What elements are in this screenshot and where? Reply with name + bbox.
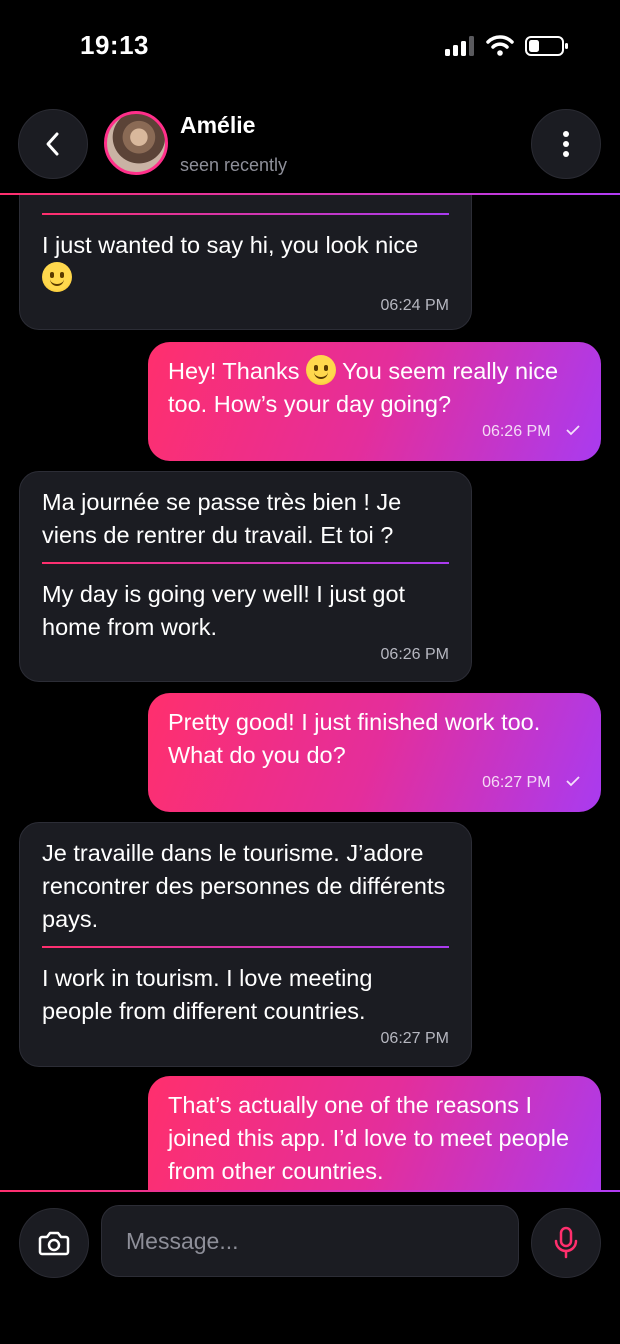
read-check-icon xyxy=(566,776,580,787)
message-time: 06:26 PM xyxy=(482,423,551,440)
translation-divider xyxy=(42,946,449,948)
smiling-face-emoji-icon xyxy=(306,355,337,385)
chat-header xyxy=(0,100,620,194)
contact-status: seen recently xyxy=(180,155,288,175)
camera-icon xyxy=(38,1231,70,1256)
camera-button[interactable] xyxy=(19,1208,89,1278)
translation-text: My day is going very well! I just got ho… xyxy=(42,581,406,640)
message-text: That’s actually one of the reasons I joi… xyxy=(168,1092,570,1184)
status-time: 19:13 xyxy=(80,30,149,60)
avatar[interactable] xyxy=(104,111,168,175)
battery-icon xyxy=(525,36,568,56)
voice-message-button[interactable] xyxy=(531,1208,601,1278)
message-outgoing[interactable]: Hey! Thanks You seem really nice too. Ho… xyxy=(148,342,601,461)
original-text: Je travaille dans le tourisme. J’adore r… xyxy=(42,840,446,932)
cellular-signal-icon xyxy=(445,36,474,56)
wifi-icon xyxy=(486,35,514,56)
message-incoming[interactable]: I just wanted to say hi, you look nice 0… xyxy=(19,195,472,330)
back-button[interactable] xyxy=(18,109,88,179)
message-text: Pretty good! I just finished work too. W… xyxy=(168,709,541,768)
original-text xyxy=(42,195,449,203)
translation-text: I just wanted to say hi, you look nice xyxy=(42,229,449,295)
message-outgoing[interactable]: Pretty good! I just finished work too. W… xyxy=(148,693,601,812)
message-meta: 06:26 PM xyxy=(168,421,581,443)
translation-text: I work in tourism. I love meeting people… xyxy=(42,965,373,1024)
message-outgoing[interactable]: That’s actually one of the reasons I joi… xyxy=(148,1076,601,1190)
more-options-button[interactable] xyxy=(531,109,601,179)
message-incoming[interactable]: Je travaille dans le tourisme. J’adore r… xyxy=(19,822,472,1067)
message-list[interactable]: I just wanted to say hi, you look nice 0… xyxy=(0,195,620,1190)
translation-divider xyxy=(42,562,449,564)
translation-divider xyxy=(42,213,449,215)
message-time: 06:26 PM xyxy=(380,646,449,663)
message-time: 06:27 PM xyxy=(482,774,551,791)
composer-divider xyxy=(0,1190,620,1192)
more-vertical-icon xyxy=(563,131,569,157)
message-incoming[interactable]: Ma journée se passe très bien ! Je viens… xyxy=(19,471,472,682)
message-meta: 06:27 PM xyxy=(168,772,581,794)
chevron-left-icon xyxy=(46,132,59,156)
status-bar: 19:13 xyxy=(0,0,620,95)
microphone-icon xyxy=(554,1226,578,1259)
read-check-icon xyxy=(566,425,580,436)
original-text: Ma journée se passe très bien ! Je viens… xyxy=(42,489,402,548)
message-time: 06:27 PM xyxy=(380,1030,449,1047)
message-input[interactable] xyxy=(101,1205,519,1277)
message-time: 06:24 PM xyxy=(380,297,449,314)
smiling-face-emoji-icon xyxy=(42,262,72,292)
contact-name[interactable]: Amélie xyxy=(180,112,255,139)
message-text: Hey! Thanks You seem really nice too. Ho… xyxy=(168,355,581,421)
